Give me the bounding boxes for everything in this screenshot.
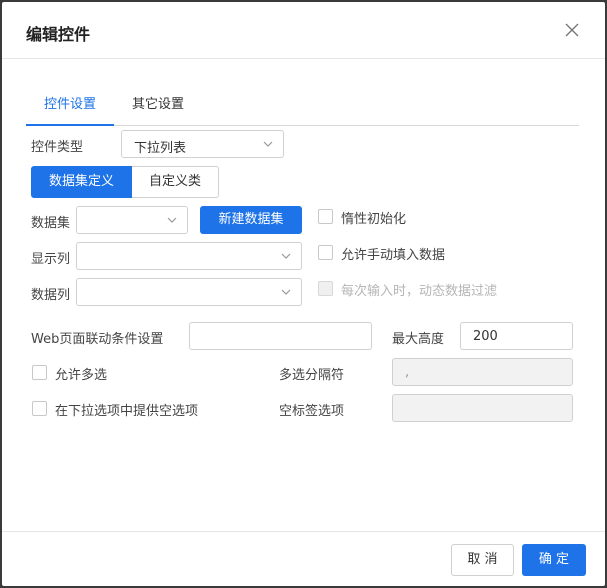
control-type-value: 下拉列表 — [134, 141, 187, 156]
new-dataset-button[interactable]: 新建数据集 — [200, 206, 302, 234]
data-column-label: 数据列 — [31, 288, 71, 303]
multi-separator-input[interactable] — [392, 358, 573, 386]
control-type-label: 控件类型 — [31, 140, 84, 155]
multi-separator-label: 多选分隔符 — [279, 368, 345, 383]
lazy-init-label: 惰性初始化 — [341, 212, 407, 227]
web-link-label: Web页面联动条件设置 — [31, 332, 164, 347]
dialog-title: 编辑控件 — [26, 25, 91, 44]
allow-manual-label: 允许手动填入数据 — [341, 248, 446, 263]
chevron-down-icon — [281, 289, 291, 295]
dialog-footer: 取 消 确 定 — [2, 531, 605, 586]
dynamic-filter-label: 每次输入时，动态数据过滤 — [341, 284, 498, 299]
dataset-label: 数据集 — [31, 216, 71, 231]
control-type-select[interactable]: 下拉列表 — [121, 130, 284, 158]
allow-multi-checkbox[interactable] — [32, 365, 47, 380]
tab-control-settings[interactable]: 控件设置 — [26, 90, 114, 126]
max-height-label: 最大高度 — [392, 332, 445, 347]
edit-control-dialog: 编辑控件 控件设置 其它设置 控件类型 下拉列表 数据集定义 自定义类 数据集 … — [2, 2, 605, 586]
data-column-select[interactable] — [76, 278, 302, 306]
chevron-down-icon — [281, 253, 291, 259]
allow-manual-checkbox[interactable] — [318, 245, 333, 260]
web-link-input[interactable] — [189, 322, 372, 350]
close-icon[interactable] — [564, 22, 580, 38]
dynamic-filter-checkbox[interactable] — [318, 281, 333, 296]
empty-tag-input[interactable] — [392, 394, 573, 422]
dataset-definition-button[interactable]: 数据集定义 — [31, 166, 132, 198]
max-height-input[interactable] — [460, 322, 573, 350]
empty-tag-label: 空标签选项 — [279, 404, 345, 419]
allow-multi-label: 允许多选 — [55, 368, 108, 383]
custom-class-button[interactable]: 自定义类 — [132, 166, 219, 198]
display-column-select[interactable] — [76, 242, 302, 270]
cancel-button[interactable]: 取 消 — [451, 544, 514, 576]
ok-button[interactable]: 确 定 — [522, 544, 586, 576]
dialog-header: 编辑控件 — [2, 2, 605, 59]
display-column-label: 显示列 — [31, 252, 71, 267]
empty-option-checkbox[interactable] — [32, 401, 47, 416]
chevron-down-icon — [263, 141, 273, 147]
chevron-down-icon — [167, 217, 177, 223]
empty-option-label: 在下拉选项中提供空选项 — [55, 404, 199, 419]
lazy-init-checkbox[interactable] — [318, 209, 333, 224]
tab-bar: 控件设置 其它设置 — [26, 90, 579, 126]
dataset-select[interactable] — [76, 206, 188, 234]
tab-other-settings[interactable]: 其它设置 — [118, 90, 198, 126]
